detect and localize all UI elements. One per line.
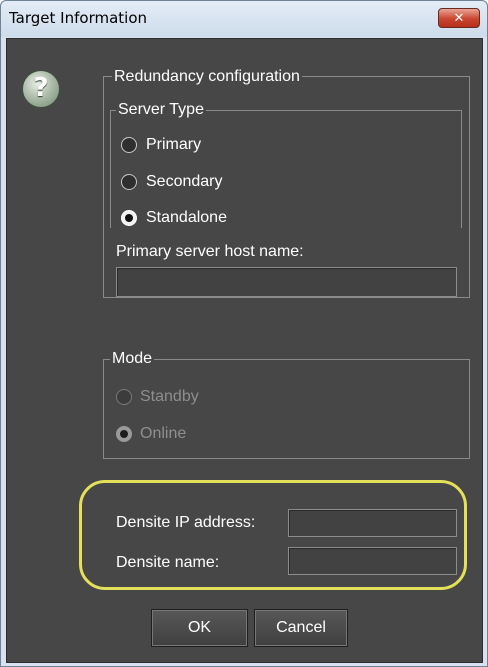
radio-online-label: Online	[140, 425, 187, 442]
ok-button[interactable]: OK	[151, 609, 248, 647]
radio-secondary[interactable]	[121, 174, 137, 190]
mode-group	[103, 359, 470, 459]
densite-ip-label: Densite IP address:	[116, 514, 256, 531]
primary-host-label: Primary server host name:	[116, 243, 304, 260]
close-button[interactable]: ✕	[438, 8, 480, 28]
radio-standalone-label: Standalone	[146, 209, 227, 226]
densite-name-label: Densite name:	[116, 554, 220, 571]
question-icon: ?	[22, 70, 60, 108]
window-title: Target Information	[9, 9, 148, 27]
redundancy-group-title: Redundancy configuration	[112, 68, 302, 86]
radio-primary-label: Primary	[146, 136, 202, 153]
radio-standalone[interactable]	[121, 210, 137, 226]
radio-online[interactable]	[116, 426, 132, 442]
radio-primary[interactable]	[121, 137, 137, 153]
cancel-button[interactable]: Cancel	[254, 609, 348, 647]
mode-group-title: Mode	[110, 350, 155, 368]
primary-host-field[interactable]	[116, 267, 457, 297]
densite-ip-field[interactable]	[288, 509, 457, 537]
title-bar[interactable]: Target Information ✕	[1, 1, 487, 37]
radio-secondary-label: Secondary	[146, 173, 223, 190]
densite-name-field[interactable]	[288, 547, 457, 575]
close-icon: ✕	[453, 10, 465, 26]
radio-standby-label: Standby	[140, 388, 199, 405]
radio-standby[interactable]	[116, 389, 132, 405]
server-type-title: Server Type	[116, 101, 206, 119]
